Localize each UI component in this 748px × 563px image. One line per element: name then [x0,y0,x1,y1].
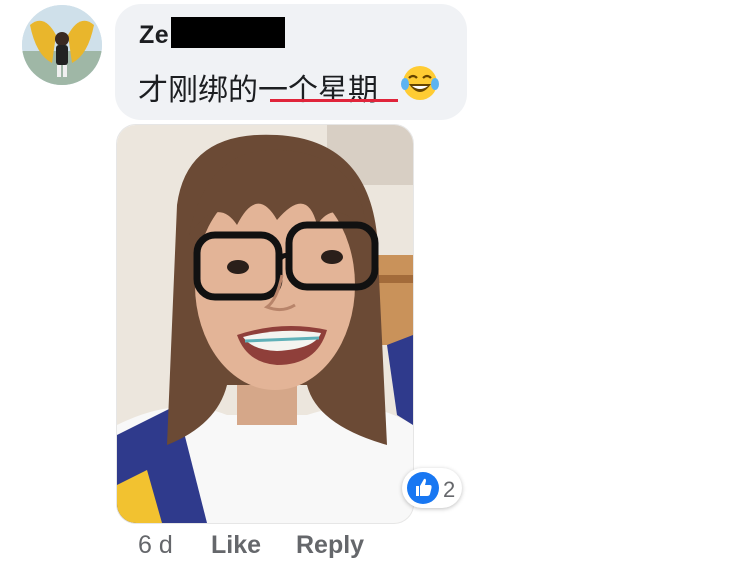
avatar[interactable] [22,5,102,85]
thumbs-up-icon [407,472,439,504]
reply-button[interactable]: Reply [296,531,364,560]
comment-text-before: 才刚绑的 [138,73,258,108]
redacted-name-block [171,17,285,48]
comment-text-underlined: 一个星期 [258,73,378,108]
comment-timestamp[interactable]: 6 d [138,531,173,560]
comment-author[interactable]: Ze [139,21,169,50]
red-underline-annotation [270,99,398,102]
laughing-tears-emoji-icon [400,63,440,108]
comment-photo[interactable] [116,124,414,524]
reaction-count: 2 [443,477,456,502]
like-button[interactable]: Like [211,531,261,560]
comment-text: 才刚绑的一个星期 [138,65,378,109]
